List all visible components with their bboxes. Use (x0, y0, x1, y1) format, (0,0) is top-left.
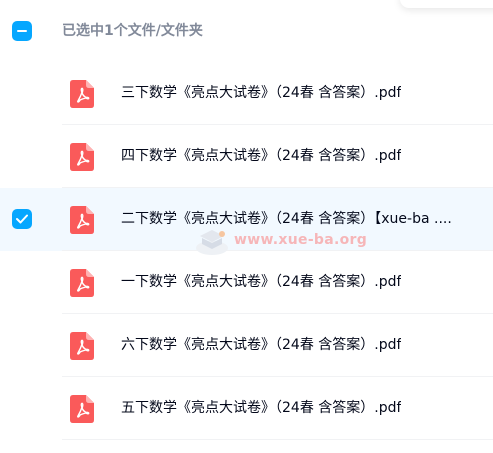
minus-icon (17, 30, 27, 32)
top-floating-card (400, 0, 493, 8)
file-name[interactable]: 三下数学《亮点大试卷》（24春 含答案）.pdf (121, 82, 401, 104)
file-row[interactable]: 二下数学《亮点大试卷》（24春 含答案）【xue-ba .... (0, 188, 493, 251)
file-name[interactable]: 六下数学《亮点大试卷》（24春 含答案）.pdf (121, 334, 401, 356)
file-row[interactable]: 一下数学《亮点大试卷》（24春 含答案）.pdf (0, 251, 493, 314)
pdf-icon (70, 143, 94, 171)
select-all-checkbox[interactable] (12, 21, 32, 41)
file-name[interactable]: 一下数学《亮点大试卷》（24春 含答案）.pdf (121, 271, 401, 293)
file-name[interactable]: 五下数学《亮点大试卷》（24春 含答案）.pdf (121, 397, 401, 419)
pdf-icon (70, 80, 94, 108)
selection-header: 已选中1个文件/文件夹 (0, 0, 493, 62)
file-name[interactable]: 四下数学《亮点大试卷》（24春 含答案）.pdf (121, 145, 401, 167)
checkmark-icon (16, 214, 28, 224)
file-checkbox[interactable] (12, 209, 32, 229)
pdf-icon (70, 206, 94, 234)
row-divider (62, 439, 493, 440)
file-name[interactable]: 二下数学《亮点大试卷》（24春 含答案）【xue-ba .... (121, 208, 452, 230)
pdf-icon (70, 269, 94, 297)
selection-count-label: 已选中1个文件/文件夹 (62, 23, 203, 39)
file-row[interactable]: 六下数学《亮点大试卷》（24春 含答案）.pdf (0, 314, 493, 377)
pdf-icon (70, 332, 94, 360)
file-row[interactable]: 三下数学《亮点大试卷》（24春 含答案）.pdf (0, 62, 493, 125)
file-row[interactable]: 五下数学《亮点大试卷》（24春 含答案）.pdf (0, 377, 493, 440)
file-row[interactable]: 四下数学《亮点大试卷》（24春 含答案）.pdf (0, 125, 493, 188)
file-list: 三下数学《亮点大试卷》（24春 含答案）.pdf 四下数学《亮点大试卷》（24春 … (0, 62, 493, 440)
pdf-icon (70, 395, 94, 423)
